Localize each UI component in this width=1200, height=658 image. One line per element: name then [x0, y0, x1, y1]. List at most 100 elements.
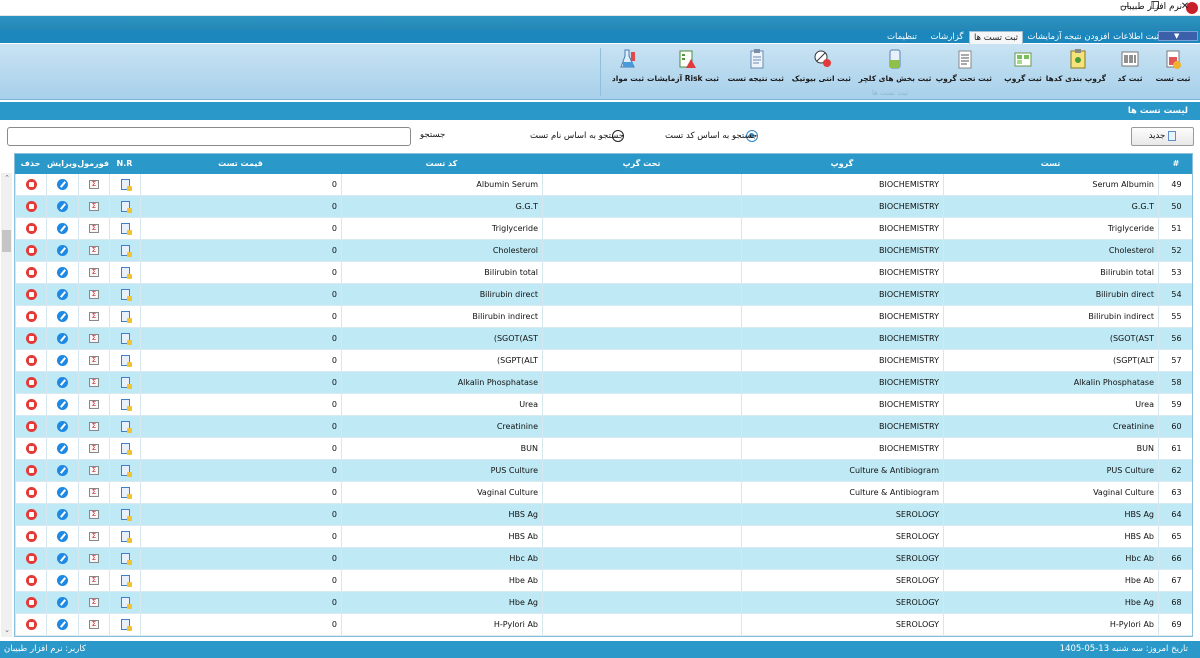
edit-button[interactable] — [46, 196, 78, 217]
table-row[interactable]: 49 Serum Albumin BIOCHEMISTRY Albumin Serum… — [15, 174, 1192, 196]
formula-button[interactable]: Σ — [78, 284, 109, 305]
nr-button[interactable] — [109, 350, 140, 371]
delete-button[interactable] — [15, 174, 46, 195]
table-row[interactable]: 62 PUS Culture Culture & Antibiogram PUS Cu… — [15, 460, 1192, 482]
register-group-button[interactable]: ثبت گروپ — [1002, 48, 1044, 88]
formula-button[interactable]: Σ — [78, 306, 109, 327]
close-button[interactable]: ✕ — [1170, 0, 1200, 16]
delete-button[interactable] — [15, 284, 46, 305]
formula-button[interactable]: Σ — [78, 570, 109, 591]
table-row[interactable]: 66 Hbc Ab SEROLOGY Hbc Ab 0 Σ — [15, 548, 1192, 570]
delete-button[interactable] — [15, 526, 46, 547]
edit-button[interactable] — [46, 306, 78, 327]
formula-button[interactable]: Σ — [78, 482, 109, 503]
formula-button[interactable]: Σ — [78, 196, 109, 217]
search-input[interactable] — [7, 127, 411, 146]
formula-button[interactable]: Σ — [78, 438, 109, 459]
table-row[interactable]: 52 Cholesterol BIOCHEMISTRY Cholesterol 0 Σ — [15, 240, 1192, 262]
delete-button[interactable] — [15, 306, 46, 327]
edit-button[interactable] — [46, 592, 78, 613]
delete-button[interactable] — [15, 196, 46, 217]
formula-button[interactable]: Σ — [78, 218, 109, 239]
tab-add-results[interactable]: افزودن نتیجه آزمایشات — [1025, 31, 1112, 44]
tab-settings[interactable]: تنظیمات — [882, 31, 922, 44]
delete-button[interactable] — [15, 218, 46, 239]
register-test-button[interactable]: ثبت تست — [1152, 48, 1194, 88]
formula-button[interactable]: Σ — [78, 504, 109, 525]
edit-button[interactable] — [46, 284, 78, 305]
delete-button[interactable] — [15, 350, 46, 371]
radio-search-by-code-label[interactable]: جستجو به اساس کد تست — [665, 131, 757, 141]
register-materials-button[interactable]: ثبت مواد — [610, 48, 646, 88]
edit-button[interactable] — [46, 504, 78, 525]
table-row[interactable]: 65 HBS Ab SEROLOGY HBS Ab 0 Σ — [15, 526, 1192, 548]
nr-button[interactable] — [109, 482, 140, 503]
nr-button[interactable] — [109, 284, 140, 305]
col-header-price[interactable]: قیمت تست — [140, 154, 341, 174]
tab-register-tests[interactable]: ثبت تست ها — [969, 31, 1023, 44]
table-row[interactable]: 63 Vaginal Culture Culture & Antibiogram Va… — [15, 482, 1192, 504]
formula-button[interactable]: Σ — [78, 526, 109, 547]
table-row[interactable]: 53 Bilirubin total BIOCHEMISTRY Bilirubin t… — [15, 262, 1192, 284]
new-test-button[interactable]: جدید — [1131, 127, 1194, 146]
register-antibiotic-button[interactable]: ثبت انتی بیوتیک — [792, 48, 851, 88]
edit-button[interactable] — [46, 526, 78, 547]
edit-button[interactable] — [46, 482, 78, 503]
tab-register-info[interactable]: ثبت اطلاعات — [1112, 31, 1160, 44]
register-subgroup-button[interactable]: ثبت تحت گروپ — [936, 48, 992, 88]
nr-button[interactable] — [109, 416, 140, 437]
delete-button[interactable] — [15, 504, 46, 525]
nr-button[interactable] — [109, 196, 140, 217]
nr-button[interactable] — [109, 394, 140, 415]
formula-button[interactable]: Σ — [78, 592, 109, 613]
nr-button[interactable] — [109, 174, 140, 195]
delete-button[interactable] — [15, 240, 46, 261]
delete-button[interactable] — [15, 372, 46, 393]
edit-button[interactable] — [46, 328, 78, 349]
formula-button[interactable]: Σ — [78, 350, 109, 371]
application-menu-button[interactable]: ▼ — [1158, 31, 1198, 41]
formula-button[interactable]: Σ — [78, 328, 109, 349]
edit-button[interactable] — [46, 262, 78, 283]
nr-button[interactable] — [109, 240, 140, 261]
register-code-button[interactable]: ثبت کد — [1110, 48, 1150, 88]
edit-button[interactable] — [46, 174, 78, 195]
minimize-button[interactable]: — — [1110, 0, 1140, 16]
nr-button[interactable] — [109, 372, 140, 393]
edit-button[interactable] — [46, 460, 78, 481]
table-row[interactable]: 61 BUN BIOCHEMISTRY BUN 0 Σ — [15, 438, 1192, 460]
edit-button[interactable] — [46, 614, 78, 635]
col-header-formula[interactable]: فورمول — [77, 154, 109, 174]
formula-button[interactable]: Σ — [78, 460, 109, 481]
tab-reports[interactable]: گزارشات — [925, 31, 969, 44]
nr-button[interactable] — [109, 526, 140, 547]
nr-button[interactable] — [109, 614, 140, 635]
table-row[interactable]: 67 Hbe Ab SEROLOGY Hbe Ab 0 Σ — [15, 570, 1192, 592]
formula-button[interactable]: Σ — [78, 416, 109, 437]
formula-button[interactable]: Σ — [78, 174, 109, 195]
edit-button[interactable] — [46, 416, 78, 437]
register-culture-sections-button[interactable]: ثبت بخش های کلچر — [858, 48, 932, 88]
scroll-up-icon[interactable]: ⌃ — [3, 174, 11, 182]
maximize-button[interactable]: ❐ — [1140, 0, 1170, 16]
col-header-number[interactable]: # — [1158, 154, 1192, 174]
edit-button[interactable] — [46, 438, 78, 459]
col-header-edit[interactable]: ویرایش — [46, 154, 78, 174]
nr-button[interactable] — [109, 460, 140, 481]
scroll-down-icon[interactable]: ⌄ — [3, 626, 11, 634]
edit-button[interactable] — [46, 218, 78, 239]
delete-button[interactable] — [15, 482, 46, 503]
nr-button[interactable] — [109, 306, 140, 327]
scrollbar-thumb[interactable] — [2, 230, 11, 252]
edit-button[interactable] — [46, 240, 78, 261]
col-header-subgroup[interactable]: تحت گرپ — [542, 154, 741, 174]
edit-button[interactable] — [46, 548, 78, 569]
formula-button[interactable]: Σ — [78, 262, 109, 283]
delete-button[interactable] — [15, 438, 46, 459]
table-row[interactable]: 58 Alkalin Phosphatase BIOCHEMISTRY Alkalin… — [15, 372, 1192, 394]
group-codes-button[interactable]: گروپ بندی کدها — [1046, 48, 1106, 88]
table-row[interactable]: 55 Bilirubin indirect BIOCHEMISTRY Bilirubi… — [15, 306, 1192, 328]
table-row[interactable]: 56 (SGOT(AST BIOCHEMISTRY (SGOT(AST 0 Σ — [15, 328, 1192, 350]
col-header-nr[interactable]: N.R — [109, 154, 140, 174]
delete-button[interactable] — [15, 328, 46, 349]
